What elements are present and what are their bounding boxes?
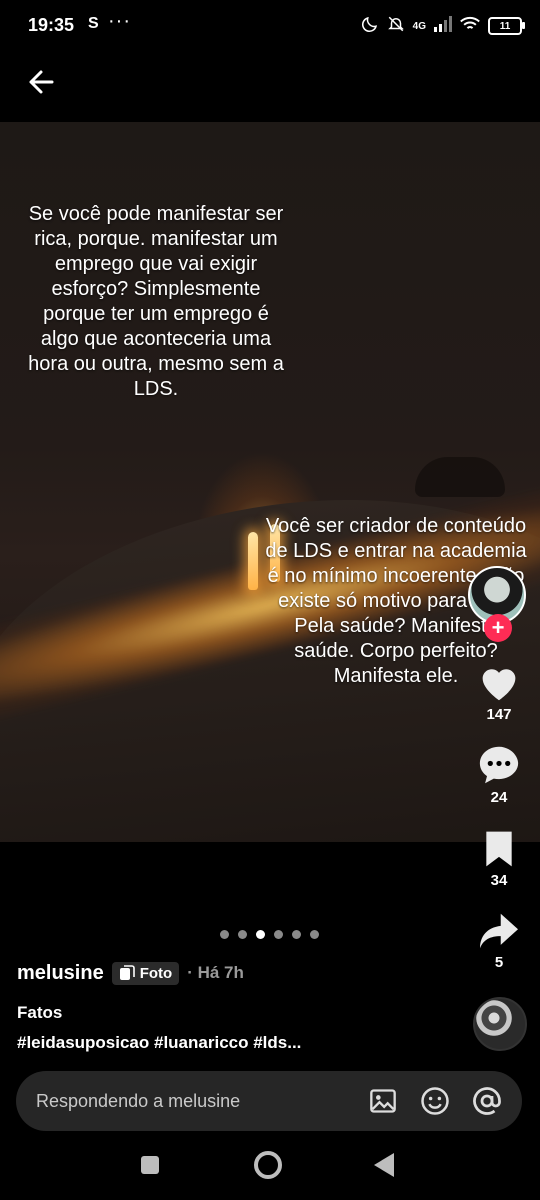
- carrier-icon: S: [88, 15, 99, 32]
- like-count: 147: [486, 706, 512, 723]
- bookmark-icon: [486, 831, 512, 867]
- image-picker-icon[interactable]: [368, 1086, 398, 1116]
- moon-icon: [361, 15, 379, 38]
- caption-title: Fatos: [17, 1003, 63, 1022]
- heart-icon: [482, 669, 516, 701]
- comment-button[interactable]: 24: [470, 745, 528, 806]
- carousel-dot: [220, 930, 229, 939]
- wifi-icon: [460, 16, 480, 37]
- share-count: 5: [494, 954, 504, 971]
- photo-badge: Foto: [111, 961, 180, 985]
- follow-plus-button[interactable]: +: [484, 614, 512, 642]
- username[interactable]: melusine: [17, 962, 104, 985]
- more-notifications-icon: ···: [108, 10, 131, 32]
- post-photo[interactable]: Se você pode manifestar ser rica, porque…: [0, 122, 540, 842]
- photos-icon: [119, 965, 135, 980]
- save-button[interactable]: 34: [470, 830, 528, 889]
- tree-silhouette: [415, 457, 505, 497]
- music-disc[interactable]: [473, 997, 527, 1051]
- post-text-top: Se você pode manifestar ser rica, porque…: [28, 203, 284, 400]
- post-time: · Há 7h: [187, 963, 244, 982]
- reply-input[interactable]: [34, 1089, 368, 1113]
- share-button[interactable]: 5: [470, 912, 528, 971]
- status-time: 19:35: [28, 15, 75, 35]
- carousel-dot: [274, 930, 283, 939]
- comment-icon: [479, 746, 519, 784]
- save-count: 34: [490, 872, 508, 889]
- comment-count: 24: [490, 789, 508, 806]
- glowing-figure: [248, 532, 258, 590]
- system-back-button[interactable]: [374, 1153, 394, 1177]
- photo-badge-label: Foto: [139, 964, 173, 982]
- arrow-left-icon: [29, 70, 54, 94]
- carousel-indicator: [220, 930, 319, 939]
- carousel-dot: [238, 930, 247, 939]
- mention-icon[interactable]: [472, 1086, 502, 1116]
- network-type: 4G: [412, 20, 426, 32]
- status-icons: 4G 11: [361, 14, 525, 38]
- battery-level: 11: [499, 20, 511, 32]
- status-bar: 19:35 S ··· 4G 11: [0, 0, 540, 52]
- carousel-dot: [310, 930, 319, 939]
- carousel-dot: [292, 930, 301, 939]
- recent-apps-button[interactable]: [141, 1156, 159, 1174]
- share-arrow-icon: [480, 913, 518, 949]
- bell-muted-icon: [387, 15, 405, 38]
- battery-icon: 11: [488, 17, 525, 35]
- back-button[interactable]: [22, 62, 62, 102]
- emoji-icon[interactable]: [420, 1086, 450, 1116]
- reply-bar: [16, 1071, 522, 1131]
- like-button[interactable]: 147: [470, 662, 528, 723]
- caption-hashtags[interactable]: #leidasuposicao #luanaricco #lds...: [17, 1033, 301, 1053]
- carousel-dot-active: [256, 930, 265, 939]
- signal-icon: [434, 15, 452, 37]
- author-row: melusine Foto · Há 7h: [17, 958, 244, 988]
- home-button[interactable]: [254, 1151, 282, 1179]
